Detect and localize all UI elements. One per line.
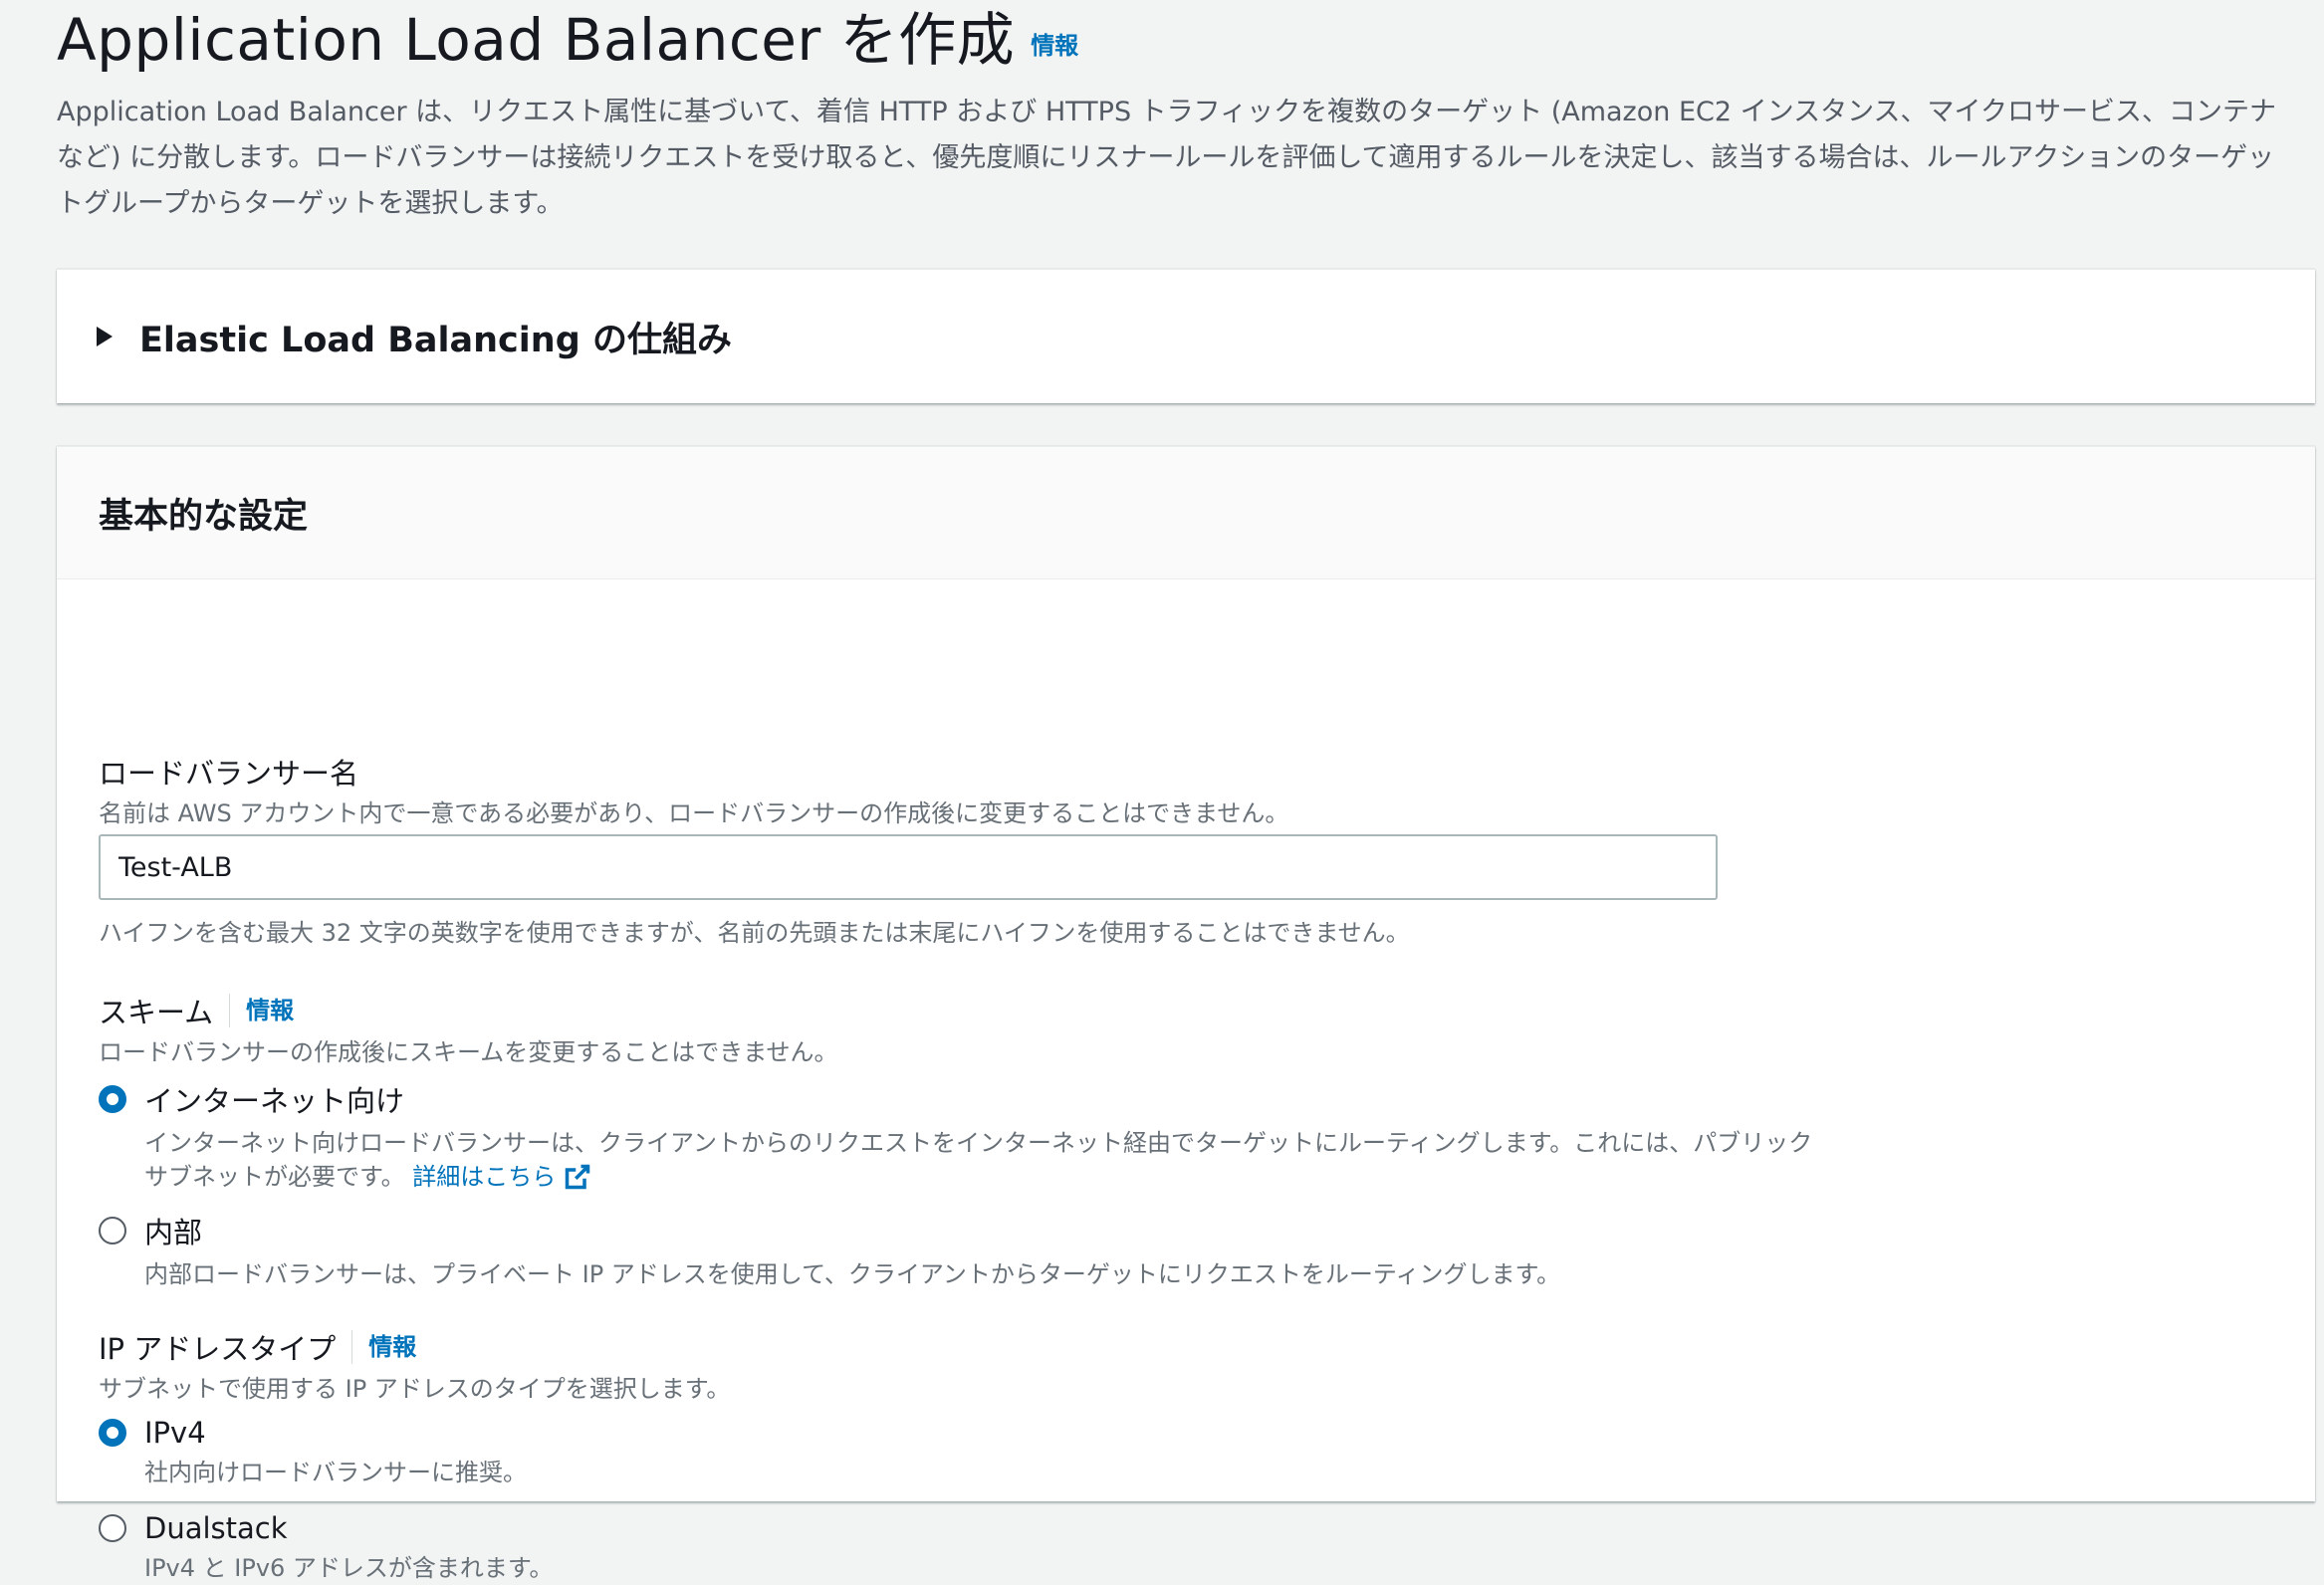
ip-option-dualstack: Dualstack IPv4 と IPv6 アドレスが含まれます。: [99, 1511, 554, 1585]
scheme-internal-description: 内部ロードバランサーは、プライベート IP アドレスを使用して、クライアントから…: [144, 1260, 1561, 1288]
scheme-internet-facing-radio-row[interactable]: インターネット向け: [99, 1078, 1817, 1120]
ip-type-info-link[interactable]: 情報: [351, 1330, 416, 1364]
page-title: Application Load Balancer を作成: [57, 6, 1016, 74]
learn-more-link[interactable]: 詳細はこちら: [412, 1163, 591, 1191]
scheme-option-internet-facing: インターネット向け インターネット向けロードバランサーは、クライアントからのリク…: [99, 1078, 1817, 1194]
learn-more-link-label: 詳細はこちら: [412, 1163, 557, 1191]
page-header: Application Load Balancer を作成 情報 Applica…: [57, 0, 2297, 227]
scheme-label: スキーム: [99, 996, 214, 1029]
scheme-option-internal: 内部 内部ロードバランサーは、プライベート IP アドレスを使用して、クライアン…: [99, 1210, 1560, 1291]
title-row: Application Load Balancer を作成 情報: [57, 0, 2297, 84]
basic-settings-panel: 基本的な設定 ロードバランサー名 名前は AWS アカウント内で一意である必要が…: [57, 446, 2315, 1582]
scheme-internal-radio-row[interactable]: 内部: [99, 1210, 1560, 1251]
ip-type-label: IP アドレスタイプ: [99, 1332, 337, 1366]
lb-name-description: 名前は AWS アカウント内で一意である必要があり、ロードバランサーの作成後に変…: [99, 799, 1289, 827]
how-it-works-title: Elastic Load Balancing の仕組み: [139, 320, 732, 360]
how-it-works-toggle[interactable]: Elastic Load Balancing の仕組み: [57, 270, 2315, 403]
lb-name-label: ロードバランサー名: [99, 757, 359, 791]
scheme-label-row: スキーム 情報: [99, 990, 294, 1031]
radio-unchecked-icon[interactable]: [99, 1217, 126, 1245]
basic-settings-header: 基本的な設定: [57, 447, 2315, 579]
page-description: Application Load Balancer は、リクエスト属性に基づいて…: [57, 97, 2276, 219]
ip-ipv4-description: 社内向けロードバランサーに推奨。: [144, 1459, 527, 1486]
radio-checked-icon[interactable]: [99, 1085, 126, 1113]
ip-ipv4-label: IPv4: [144, 1416, 206, 1450]
scheme-description: ロードバランサーの作成後にスキームを変更することはできません。: [99, 1038, 838, 1066]
scheme-internal-label: 内部: [144, 1216, 203, 1249]
ip-type-description: サブネットで使用する IP アドレスのタイプを選択します。: [99, 1375, 731, 1403]
create-alb-page: Application Load Balancer を作成 情報 Applica…: [0, 0, 2324, 1582]
radio-checked-icon[interactable]: [99, 1419, 126, 1447]
ip-dualstack-radio-row[interactable]: Dualstack: [99, 1511, 554, 1545]
scheme-internet-facing-description: インターネット向けロードバランサーは、クライアントからのリクエストをインターネッ…: [144, 1126, 1817, 1194]
scheme-internet-facing-desc-text: インターネット向けロードバランサーは、クライアントからのリクエストをインターネッ…: [144, 1126, 1817, 1194]
radio-unchecked-icon[interactable]: [99, 1514, 126, 1542]
title-info-link[interactable]: 情報: [1031, 26, 1078, 61]
scheme-internet-facing-desc-body: インターネット向けロードバランサーは、クライアントからのリクエストをインターネッ…: [144, 1129, 1813, 1191]
ip-dualstack-label: Dualstack: [144, 1511, 288, 1545]
ip-dualstack-description: IPv4 と IPv6 アドレスが含まれます。: [144, 1554, 554, 1582]
external-link-icon: [566, 1164, 590, 1190]
scheme-internet-facing-label: インターネット向け: [144, 1084, 405, 1118]
basic-settings-title: 基本的な設定: [99, 496, 309, 537]
ip-option-ipv4: IPv4 社内向けロードバランサーに推奨。: [99, 1416, 527, 1489]
lb-name-constraint: ハイフンを含む最大 32 文字の英数字を使用できますが、名前の先頭または末尾にハ…: [99, 919, 1410, 947]
lb-name-input[interactable]: [99, 834, 1718, 900]
how-it-works-panel: Elastic Load Balancing の仕組み: [57, 269, 2315, 403]
ip-type-label-row: IP アドレスタイプ 情報: [99, 1326, 416, 1368]
lb-name-label-row: ロードバランサー名: [99, 751, 358, 792]
ip-ipv4-radio-row[interactable]: IPv4: [99, 1416, 527, 1450]
caret-right-icon: [97, 327, 113, 346]
scheme-info-link[interactable]: 情報: [229, 994, 294, 1027]
